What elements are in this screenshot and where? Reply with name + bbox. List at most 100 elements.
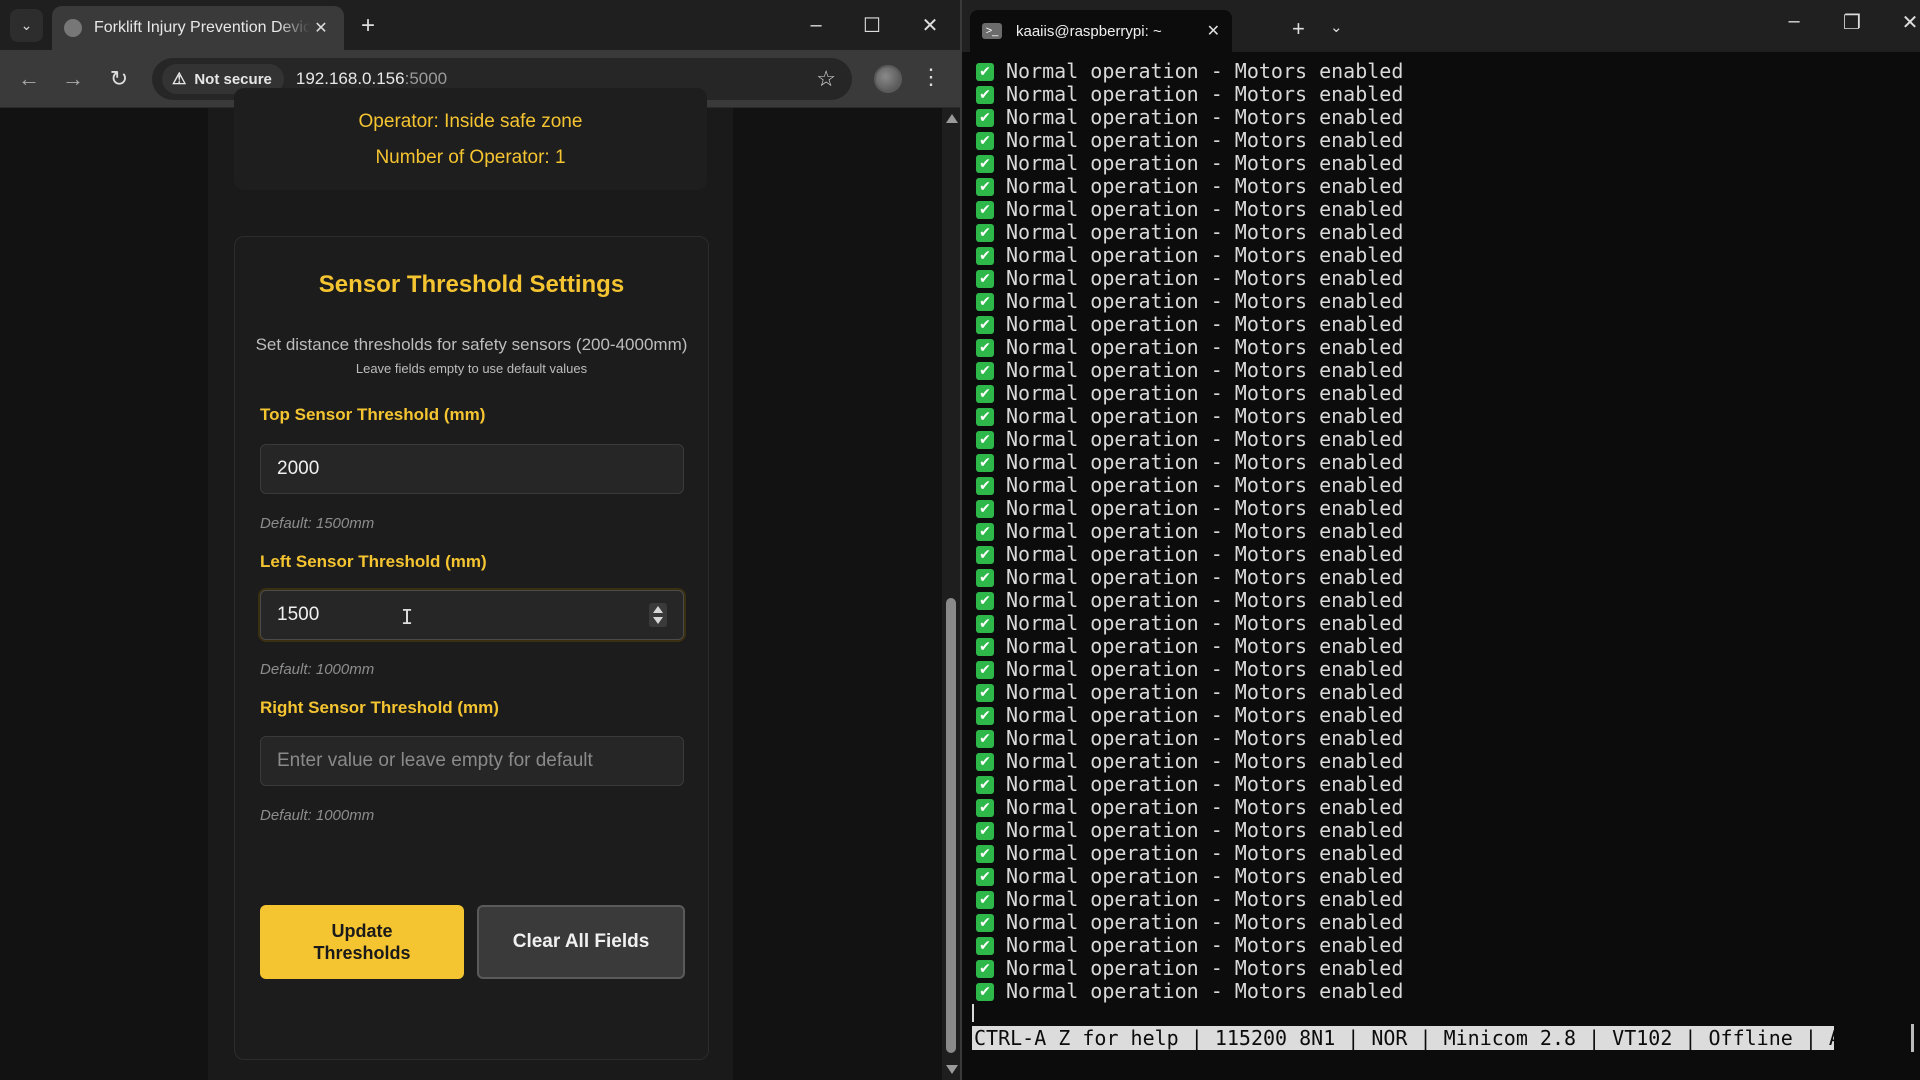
terminal-log-line: ✔ Normal operation - Motors enabled [962,543,1920,566]
reload-icon[interactable]: ↻ [104,64,134,94]
terminal-log-line: ✔ Normal operation - Motors enabled [962,336,1920,359]
spinner-up-icon[interactable] [653,606,663,613]
terminal-restore-icon[interactable]: ❐ [1832,10,1872,35]
checkmark-icon: ✔ [976,476,994,495]
terminal-log-line: ✔ Normal operation - Motors enabled [962,106,1920,129]
checkmark-icon: ✔ [976,200,994,219]
checkmark-icon: ✔ [976,752,994,771]
left-sensor-input[interactable]: 1500 I [260,590,684,640]
page-scrollbar[interactable] [942,108,960,1080]
terminal-log-line: ✔ Normal operation - Motors enabled [962,957,1920,980]
new-tab-icon[interactable]: + [354,12,382,40]
settings-title: Sensor Threshold Settings [318,271,625,298]
right-sensor-label: Right Sensor Threshold (mm) [260,698,499,717]
tab-forklift[interactable]: Forklift Injury Prevention Device ✕ [52,6,344,50]
forward-icon[interactable]: → [58,64,88,94]
checkmark-icon: ✔ [976,683,994,702]
left-sensor-label: Left Sensor Threshold (mm) [260,552,487,571]
terminal-log-line: ✔ Normal operation - Motors enabled [962,152,1920,175]
checkmark-icon: ✔ [976,223,994,242]
terminal-log-line: ✔ Normal operation - Motors enabled [962,589,1920,612]
log-text: Normal operation - Motors enabled [1006,289,1404,313]
log-text: Normal operation - Motors enabled [1006,312,1404,336]
log-text: Normal operation - Motors enabled [1006,726,1404,750]
clear-fields-button[interactable]: Clear All Fields [477,905,685,979]
terminal-log-line: ✔ Normal operation - Motors enabled [962,267,1920,290]
terminal-log-line: ✔ Normal operation - Motors enabled [962,451,1920,474]
terminal-scrollbar[interactable] [1911,1024,1914,1052]
terminal-cursor [972,1004,974,1022]
terminal-log-line: ✔ Normal operation - Motors enabled [962,635,1920,658]
checkmark-icon: ✔ [976,614,994,633]
log-text: Normal operation - Motors enabled [1006,565,1404,589]
log-text: Normal operation - Motors enabled [1006,197,1404,221]
checkmark-icon: ✔ [976,775,994,794]
terminal-log-line: ✔ Normal operation - Motors enabled [962,221,1920,244]
minicom-status-bar: CTRL-A Z for help | 115200 8N1 | NOR | M… [972,1026,1878,1050]
log-text: Normal operation - Motors enabled [1006,220,1404,244]
terminal-log-line: ✔ Normal operation - Motors enabled [962,842,1920,865]
log-text: Normal operation - Motors enabled [1006,335,1404,359]
checkmark-icon: ✔ [976,798,994,817]
spinner-down-icon[interactable] [653,617,663,624]
checkmark-icon: ✔ [976,568,994,587]
kebab-menu-icon[interactable]: ⋮ [920,64,942,90]
top-sensor-input[interactable]: 2000 [260,444,684,494]
log-text: Normal operation - Motors enabled [1006,588,1404,612]
maximize-icon[interactable]: ☐ [852,10,892,40]
checkmark-icon: ✔ [976,407,994,426]
globe-icon [64,19,82,37]
terminal-tab[interactable]: >_ kaaiis@raspberrypi: ~ ✕ [970,10,1232,52]
terminal-log-line: ✔ Normal operation - Motors enabled [962,382,1920,405]
terminal-window: >_ kaaiis@raspberrypi: ~ ✕ + ⌄ – ❐ ✕ ✔ No… [962,0,1920,1080]
top-sensor-value: 2000 [277,458,320,479]
browser-window: ⌄ Forklift Injury Prevention Device ✕ + … [0,0,960,1080]
log-text: Normal operation - Motors enabled [1006,542,1404,566]
scroll-down-icon[interactable] [946,1065,958,1074]
terminal-log-line: ✔ Normal operation - Motors enabled [962,405,1920,428]
update-thresholds-button[interactable]: Update Thresholds [260,905,464,979]
operator-status-card: Operator: Inside safe zone Number of Ope… [234,88,707,190]
terminal-close-icon[interactable]: ✕ [1890,10,1920,35]
log-text: Normal operation - Motors enabled [1006,450,1404,474]
url-port: :5000 [404,69,448,88]
minimize-icon[interactable]: – [796,10,836,40]
close-window-icon[interactable]: ✕ [910,10,950,40]
checkmark-icon: ✔ [976,591,994,610]
not-secure-label: Not secure [194,70,272,88]
checkmark-icon: ✔ [976,959,994,978]
terminal-new-tab-icon[interactable]: + [1292,16,1305,42]
log-text: Normal operation - Motors enabled [1006,519,1404,543]
log-text: Normal operation - Motors enabled [1006,864,1404,888]
terminal-minimize-icon[interactable]: – [1774,10,1814,33]
terminal-output[interactable]: ✔ Normal operation - Motors enabled ✔ Norma… [962,60,1920,1020]
tab-search-icon[interactable]: ⌄ [10,9,43,42]
log-text: Normal operation - Motors enabled [1006,174,1404,198]
checkmark-icon: ✔ [976,522,994,541]
log-text: Normal operation - Motors enabled [1006,749,1404,773]
chevron-down-icon[interactable]: ⌄ [1330,18,1343,36]
profile-avatar-icon[interactable] [874,65,902,93]
terminal-tab-close-icon[interactable]: ✕ [1207,21,1220,41]
log-text: Normal operation - Motors enabled [1006,634,1404,658]
top-sensor-label: Top Sensor Threshold (mm) [260,405,486,424]
number-spinner[interactable] [649,603,667,627]
scroll-thumb[interactable] [946,598,956,1053]
text-cursor-icon: I [401,605,414,629]
bookmark-star-icon[interactable]: ☆ [816,66,836,92]
tab-close-icon[interactable]: ✕ [310,18,332,38]
checkmark-icon: ✔ [976,867,994,886]
log-text: Normal operation - Motors enabled [1006,266,1404,290]
top-sensor-hint: Default: 1500mm [260,515,375,532]
terminal-log-line: ✔ Normal operation - Motors enabled [962,566,1920,589]
log-text: Normal operation - Motors enabled [1006,979,1404,1003]
right-sensor-input[interactable]: Enter value or leave empty for default [260,736,684,786]
terminal-log-line: ✔ Normal operation - Motors enabled [962,359,1920,382]
back-icon[interactable]: ← [14,64,44,94]
terminal-log-line: ✔ Normal operation - Motors enabled [962,681,1920,704]
checkmark-icon: ✔ [976,430,994,449]
scroll-up-icon[interactable] [946,114,958,123]
checkmark-icon: ✔ [976,844,994,863]
operator-count: Number of Operator: 1 [375,147,566,168]
right-sensor-placeholder: Enter value or leave empty for default [277,750,593,771]
